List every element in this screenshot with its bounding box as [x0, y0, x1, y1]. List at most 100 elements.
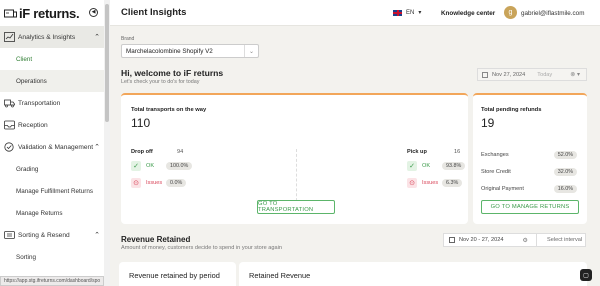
- go-to-transportation-button[interactable]: GO TO TRANSPORTATION: [257, 200, 335, 214]
- drop-off-ok-row: ✓ OK 100.0%: [131, 161, 193, 171]
- sidebar-item-manage-returns[interactable]: Manage Returns: [0, 202, 109, 224]
- status-pct: 93.8%: [442, 162, 466, 170]
- go-to-manage-returns-button[interactable]: GO TO MANAGE RETURNS: [481, 200, 579, 214]
- sidebar-section-analytics[interactable]: Analytics & Insights ⌃: [0, 26, 109, 48]
- uk-flag-icon: [393, 9, 402, 16]
- gear-icon[interactable]: ⚙: [522, 237, 527, 244]
- status-pct: 100.0%: [166, 162, 193, 170]
- sidebar-section-label: Transportation: [18, 99, 61, 107]
- truck-icon: [4, 99, 15, 108]
- collapse-sidebar-icon[interactable]: ◀: [89, 8, 98, 17]
- top-header: Client Insights EN ▾ Knowledge center g …: [110, 0, 600, 26]
- issue-icon: ⊙: [131, 178, 141, 188]
- sidebar-section-transportation[interactable]: Transportation: [0, 92, 109, 114]
- logo-text: iF returns.: [19, 5, 80, 21]
- status-label: OK: [422, 163, 431, 169]
- sidebar-scroll-thumb[interactable]: [105, 4, 109, 122]
- sort-icon: [4, 231, 15, 239]
- check-icon: ✓: [407, 161, 417, 171]
- revenue-title: Revenue Retained: [121, 235, 191, 244]
- drop-off-label: Drop off: [131, 149, 153, 155]
- status-label: OK: [146, 163, 155, 169]
- avatar[interactable]: g: [504, 6, 517, 19]
- drop-off-issues-row: ⊙ Issues 0.0%: [131, 178, 187, 188]
- logo[interactable]: iF returns.: [4, 5, 80, 21]
- card-title: Revenue retained by period: [129, 271, 220, 280]
- sidebar-section-sorting[interactable]: Sorting & Resend ⌃: [0, 224, 109, 246]
- refund-label: Original Payment: [481, 186, 524, 192]
- card-title: Total transports on the way: [131, 107, 207, 113]
- chevron-up-icon: ⌃: [94, 34, 100, 41]
- sidebar-item-client[interactable]: Client: [0, 48, 109, 70]
- card-title: Total pending refunds: [481, 107, 542, 113]
- refund-label: Store Credit: [481, 169, 511, 175]
- pick-up-issues-row: ⊙ Issues 6.3%: [407, 178, 463, 188]
- chevron-down-icon: ⌄: [244, 45, 258, 57]
- brand-select-value: Marchelacolombine Shopify V2: [126, 48, 213, 55]
- status-pct: 0.0%: [166, 179, 187, 187]
- refund-pct: 16.0%: [553, 185, 577, 193]
- transports-card: Total transports on the way 110 Drop off…: [121, 93, 468, 224]
- revenue-date-filter[interactable]: Nov 20 - 27, 2024 ⚙ Select interval: [443, 233, 586, 247]
- revenue-subtitle: Amount of money, customers decide to spe…: [121, 245, 282, 251]
- sidebar-item-manage-fulfillment-returns[interactable]: Manage Fulfillment Returns: [0, 180, 109, 202]
- date-filter-placeholder: Today: [537, 71, 553, 78]
- language-label: EN: [406, 9, 415, 16]
- select-interval[interactable]: Select interval: [536, 234, 582, 246]
- refund-row: Original Payment 16.0%: [481, 185, 577, 193]
- sidebar-item-grading[interactable]: Grading: [0, 158, 109, 180]
- refunds-card: Total pending refunds 19 Exchanges 52.0%…: [473, 93, 587, 224]
- refund-label: Exchanges: [481, 152, 509, 158]
- knowledge-center-link[interactable]: Knowledge center: [441, 10, 495, 17]
- refund-pct: 32.0%: [553, 168, 577, 176]
- refund-pct: 52.0%: [553, 151, 577, 159]
- drop-off-count: 94: [177, 149, 184, 155]
- caret-down-icon: ▾: [418, 10, 422, 16]
- status-label: Issues: [422, 180, 439, 186]
- brand-label: Brand: [121, 36, 135, 42]
- sidebar-section-validation[interactable]: Validation & Management ⌃: [0, 136, 109, 158]
- page-title: Client Insights: [121, 7, 187, 18]
- refund-row: Store Credit 32.0%: [481, 168, 577, 176]
- refund-row: Exchanges 52.0%: [481, 151, 577, 159]
- user-email[interactable]: gabriel@iflastmile.com: [521, 10, 584, 17]
- sidebar-item-operations[interactable]: Operations: [0, 70, 109, 92]
- status-label: Issues: [146, 180, 163, 186]
- date-filter[interactable]: Nov 27, 2024 Today ⊗ ▾: [477, 68, 587, 81]
- sidebar-section-label: Analytics & Insights: [18, 33, 76, 41]
- main-content: Brand Marchelacolombine Shopify V2 ⌄ Hi,…: [110, 26, 600, 286]
- date-filter-value: Nov 27, 2024: [492, 71, 526, 78]
- clear-caret-icon[interactable]: ⊗ ▾: [570, 71, 580, 78]
- check-icon: ✓: [131, 161, 141, 171]
- welcome-subtitle: Let's check your to do's for today: [121, 79, 200, 85]
- transports-total: 110: [131, 116, 151, 130]
- status-pct: 6.3%: [442, 179, 463, 187]
- sidebar-section-label: Reception: [18, 121, 48, 129]
- calendar-icon: [449, 237, 455, 243]
- logo-box-icon: [4, 9, 17, 18]
- sidebar-section-reception[interactable]: Reception: [0, 114, 109, 136]
- issue-icon: ⊙: [407, 178, 417, 188]
- sidebar-section-label: Validation & Management: [18, 143, 94, 151]
- check-circle-icon: [4, 142, 14, 152]
- pick-up-ok-row: ✓ OK 93.8%: [407, 161, 466, 171]
- analytics-icon: [4, 32, 15, 42]
- inbox-icon: [4, 120, 15, 130]
- retained-revenue-card: Retained Revenue: [239, 262, 587, 286]
- card-title: Retained Revenue: [249, 271, 311, 280]
- refunds-total: 19: [481, 116, 495, 130]
- screenshot-icon[interactable]: ▢: [580, 269, 592, 281]
- sidebar: iF returns. ◀ Analytics & Insights ⌃ Cli…: [0, 0, 110, 286]
- revenue-date-range: Nov 20 - 27, 2024: [459, 237, 504, 243]
- welcome-title: Hi, welcome to iF returns: [121, 68, 224, 78]
- sidebar-section-label: Sorting & Resend: [18, 231, 70, 239]
- chevron-up-icon: ⌃: [94, 144, 100, 151]
- pick-up-count: 16: [454, 149, 461, 155]
- sidebar-item-sorting[interactable]: Sorting: [0, 246, 109, 268]
- status-url: https://app.stg.ifreturns.com/dashboard/…: [0, 276, 105, 286]
- brand-select[interactable]: Marchelacolombine Shopify V2 ⌄: [121, 44, 259, 58]
- language-selector[interactable]: EN ▾: [393, 9, 421, 16]
- logo-row: iF returns. ◀: [0, 0, 109, 26]
- revenue-by-period-card: Revenue retained by period: [119, 262, 236, 286]
- chevron-up-icon: ⌃: [94, 232, 100, 239]
